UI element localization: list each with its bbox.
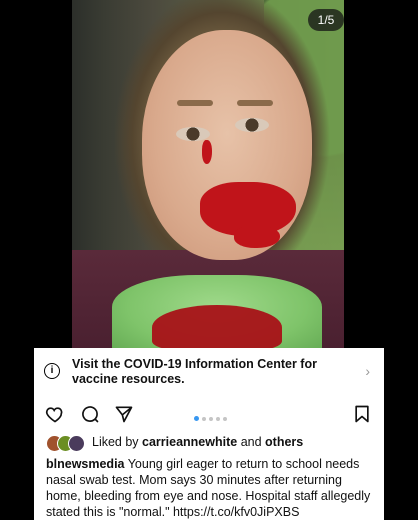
post-photo[interactable]: 1/5 bbox=[72, 0, 344, 348]
media-counter-badge: 1/5 bbox=[308, 9, 344, 31]
heart-icon[interactable] bbox=[45, 404, 65, 424]
share-icon[interactable] bbox=[114, 404, 134, 424]
info-icon: i bbox=[44, 363, 60, 379]
brow-left bbox=[177, 100, 213, 106]
post-caption: blnewsmedia Young girl eager to return t… bbox=[46, 456, 378, 520]
carousel-dot-active bbox=[194, 416, 199, 422]
likes-prefix: Liked by bbox=[92, 435, 143, 449]
carousel-dot bbox=[223, 416, 227, 421]
carousel-dot bbox=[202, 416, 206, 421]
carousel-dots bbox=[194, 410, 230, 422]
post-panel: Liked by carrieannewhite and others blne… bbox=[34, 398, 384, 520]
action-bar bbox=[34, 398, 384, 428]
covid-info-banner[interactable]: i Visit the COVID-19 Information Center … bbox=[34, 348, 384, 398]
comment-icon[interactable] bbox=[80, 404, 100, 424]
liker-avatars bbox=[46, 434, 88, 452]
likes-others-link[interactable]: others bbox=[265, 435, 303, 449]
bookmark-icon[interactable] bbox=[352, 404, 372, 424]
likes-middle: and bbox=[237, 435, 266, 449]
blood-chin bbox=[234, 226, 280, 248]
blood-eye bbox=[202, 140, 212, 164]
likes-text: Liked by carrieannewhite and others bbox=[92, 435, 303, 449]
eye-right bbox=[235, 118, 269, 132]
caption-username[interactable]: blnewsmedia bbox=[46, 457, 125, 471]
carousel-dot bbox=[216, 416, 220, 421]
eye-left bbox=[176, 127, 210, 141]
liker-username[interactable]: carrieannewhite bbox=[142, 435, 237, 449]
carousel-dot bbox=[209, 416, 213, 421]
chevron-right-icon: › bbox=[365, 363, 370, 379]
info-banner-text: Visit the COVID-19 Information Center fo… bbox=[72, 357, 317, 386]
brow-right bbox=[237, 100, 273, 106]
glove-blood bbox=[152, 305, 282, 348]
avatar bbox=[68, 435, 85, 452]
